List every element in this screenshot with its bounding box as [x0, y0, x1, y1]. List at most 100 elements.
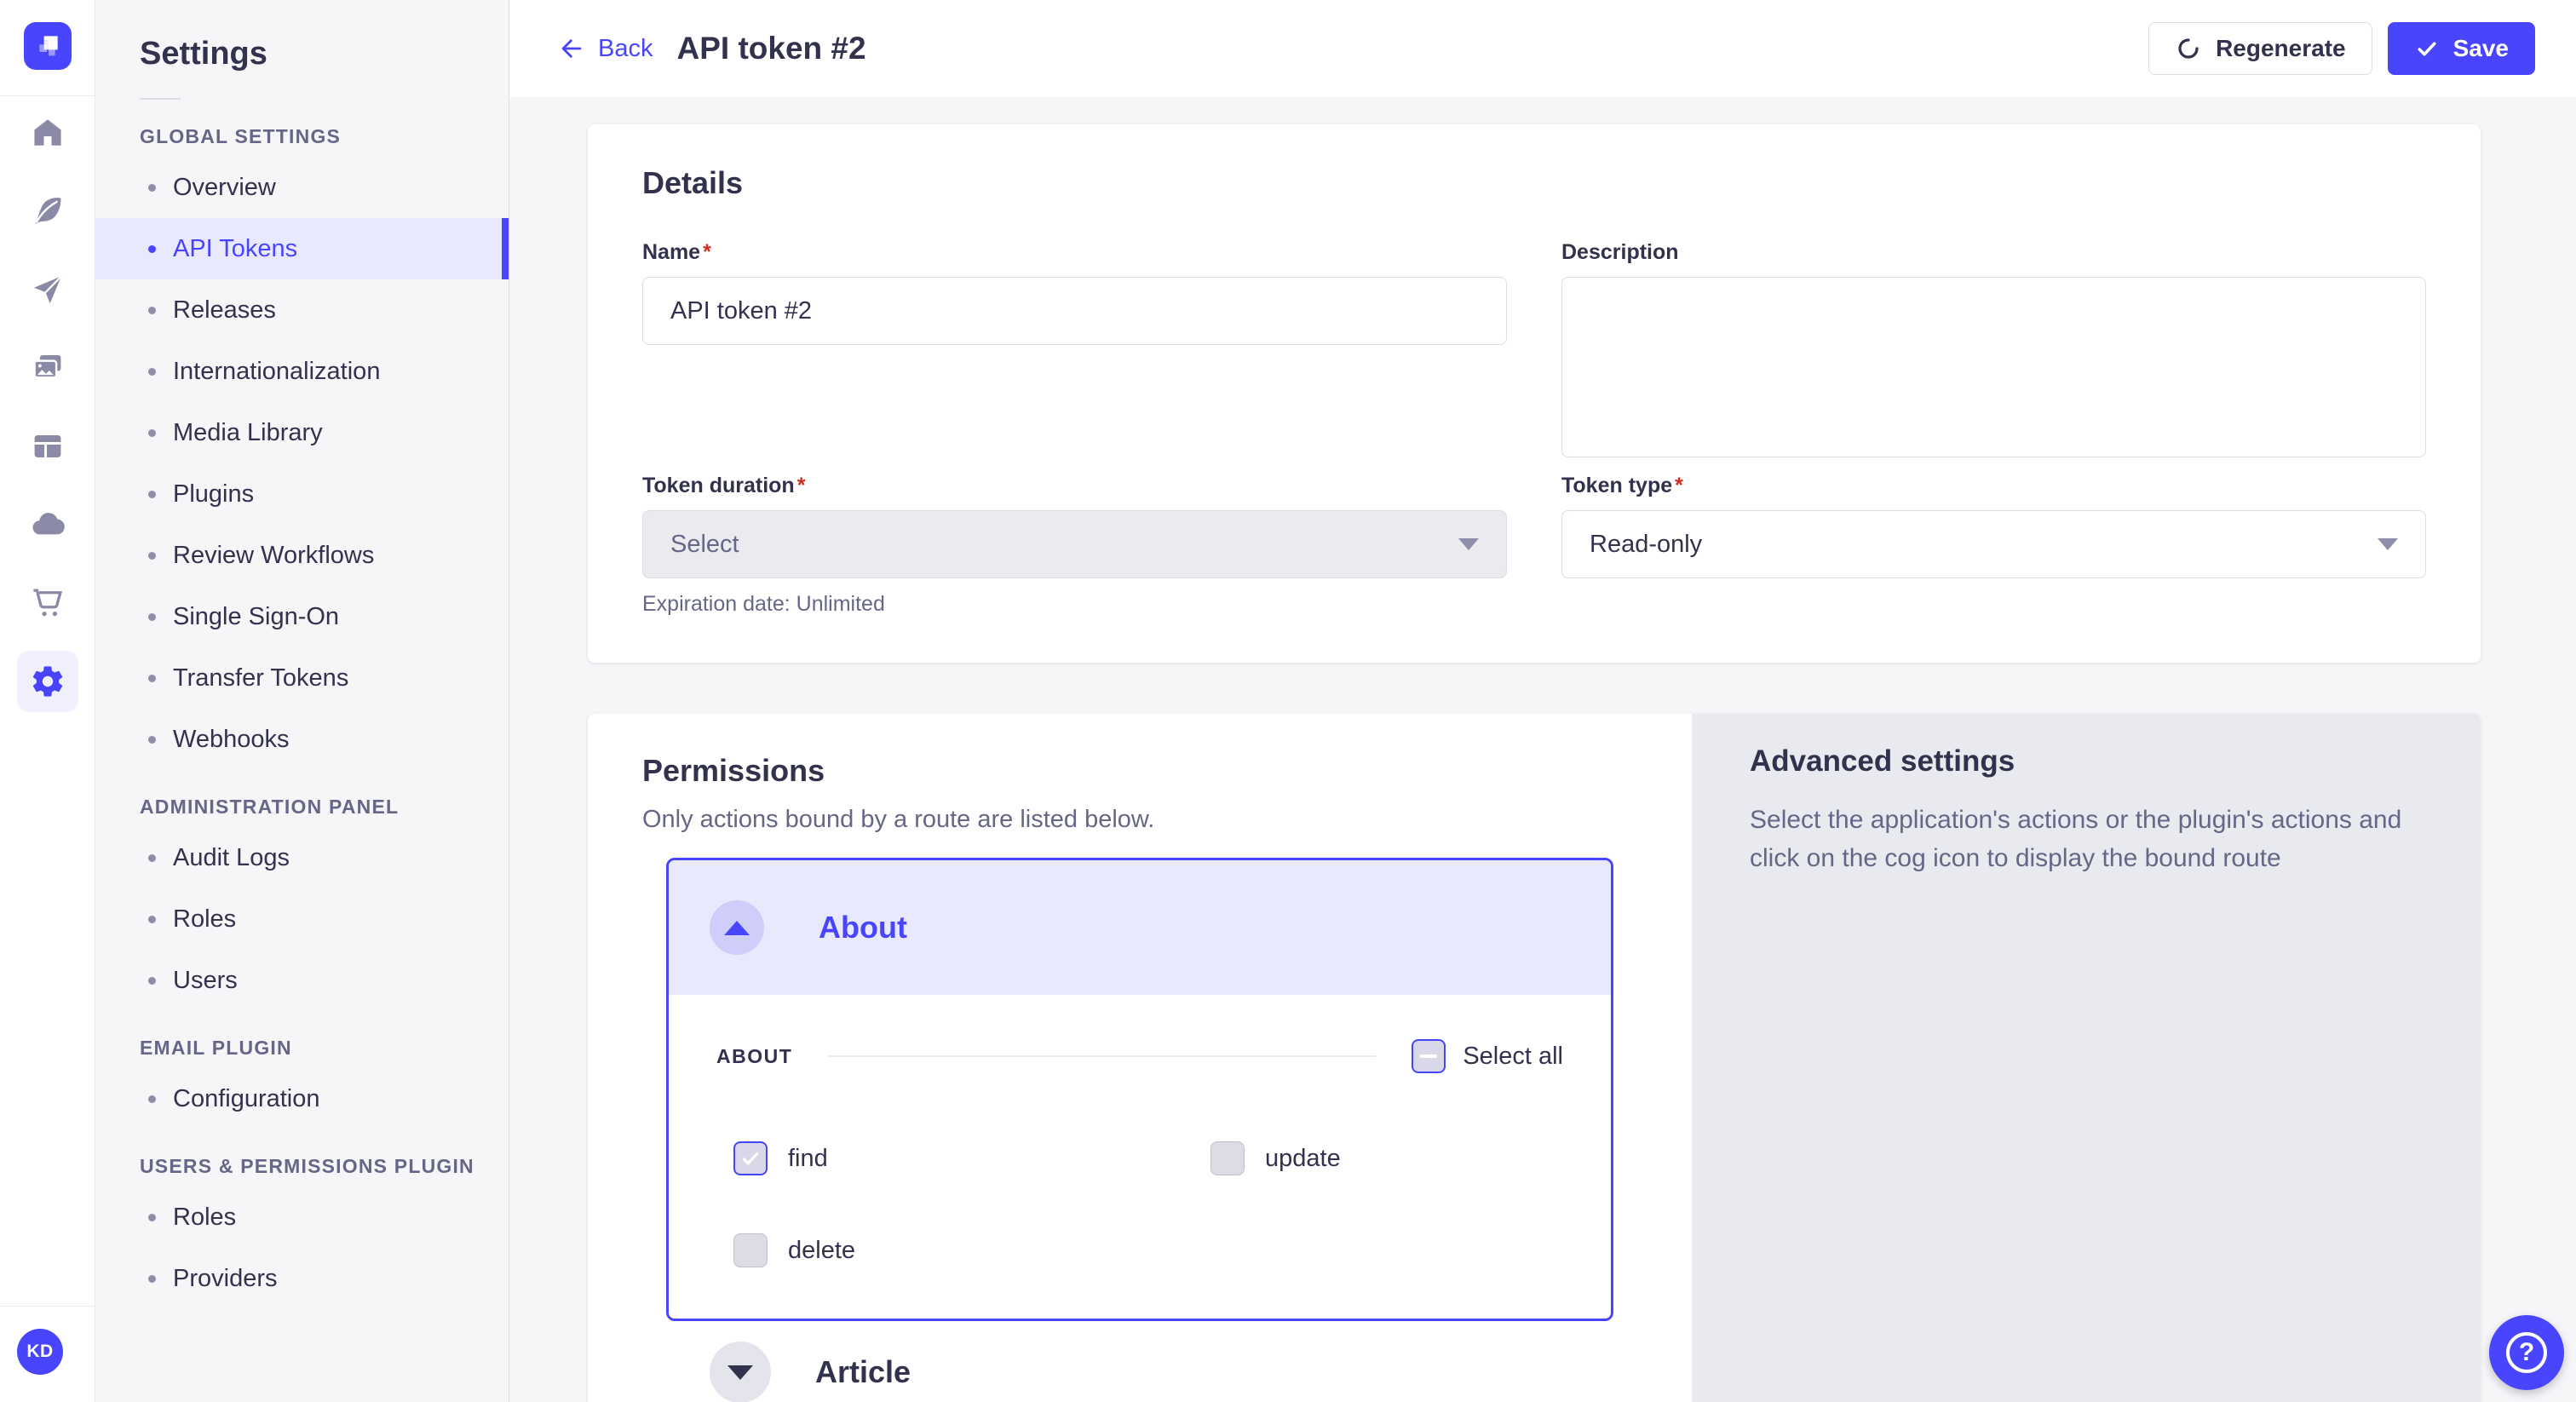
sidebar-item-label: Single Sign-On — [173, 603, 339, 631]
accordion-about-header[interactable]: About — [669, 860, 1611, 995]
delete-checkbox[interactable] — [733, 1233, 768, 1267]
cart-icon[interactable] — [17, 572, 78, 634]
save-button[interactable]: Save — [2388, 22, 2535, 75]
page-header: Back API token #2 Regenerate — [509, 0, 2576, 97]
section-label: EMAIL PLUGIN — [140, 1037, 488, 1060]
sidebar-item-providers[interactable]: Providers — [95, 1248, 509, 1309]
select-all-label: Select all — [1463, 1043, 1563, 1071]
update-checkbox[interactable] — [1210, 1141, 1245, 1175]
paper-plane-icon[interactable] — [17, 259, 78, 320]
sidebar-item-single-sign-on[interactable]: Single Sign-On — [95, 586, 509, 647]
settings-menu: GLOBAL SETTINGSOverviewAPI TokensRelease… — [95, 125, 509, 1309]
description-label: Description — [1561, 240, 2426, 265]
details-form: Name* Description Token duration* Sele — [642, 240, 2426, 617]
token-duration-select[interactable]: Select — [642, 510, 1507, 578]
check-icon — [2414, 36, 2440, 61]
bullet-icon — [148, 184, 156, 192]
strapi-logo-icon[interactable] — [24, 22, 72, 70]
sidebar-item-webhooks[interactable]: Webhooks — [95, 709, 509, 770]
sidebar-item-roles[interactable]: Roles — [95, 888, 509, 950]
sidebar-item-media-library[interactable]: Media Library — [95, 402, 509, 463]
expand-arrow-icon[interactable] — [710, 1342, 771, 1402]
sidebar-item-configuration[interactable]: Configuration — [95, 1068, 509, 1129]
help-button[interactable]: ? — [2489, 1315, 2564, 1390]
name-label-text: Name — [642, 240, 700, 265]
sidebar-item-releases[interactable]: Releases — [95, 279, 509, 341]
sidebar-item-label: Configuration — [173, 1085, 320, 1113]
rail-divider — [0, 95, 95, 96]
sidebar-item-internationalization[interactable]: Internationalization — [95, 341, 509, 402]
permissions-heading: Permissions — [642, 753, 1613, 789]
chevron-down-icon — [2378, 538, 2398, 550]
bullet-icon — [148, 429, 156, 437]
advanced-settings-panel: Advanced settings Select the application… — [1692, 714, 2481, 1402]
home-icon[interactable] — [17, 102, 78, 164]
find-checkbox[interactable] — [733, 1141, 768, 1175]
collapse-arrow-icon[interactable] — [710, 900, 764, 955]
regenerate-label: Regenerate — [2216, 35, 2346, 62]
settings-sidebar: Settings GLOBAL SETTINGSOverviewAPI Toke… — [95, 0, 509, 1402]
bullet-icon — [148, 613, 156, 621]
description-field-wrapper: Description — [1561, 240, 2426, 462]
feather-icon[interactable] — [17, 181, 78, 242]
layout-icon[interactable] — [17, 416, 78, 477]
sidebar-item-label: Users — [173, 967, 238, 995]
bullet-icon — [148, 977, 156, 985]
token-type-label-text: Token type — [1561, 474, 1672, 498]
media-library-icon[interactable] — [17, 337, 78, 399]
avatar[interactable]: KD — [17, 1329, 63, 1375]
sidebar-item-plugins[interactable]: Plugins — [95, 463, 509, 525]
sidebar-item-label: Roles — [173, 905, 236, 934]
sidebar-item-users[interactable]: Users — [95, 950, 509, 1011]
bullet-icon — [148, 736, 156, 744]
select-all-control[interactable]: Select all — [1412, 1039, 1563, 1073]
permission-action-find[interactable]: find — [733, 1141, 1210, 1175]
token-type-select[interactable]: Read-only — [1561, 510, 2426, 578]
permission-action-delete[interactable]: delete — [733, 1233, 1210, 1267]
sidebar-item-review-workflows[interactable]: Review Workflows — [95, 525, 509, 586]
regenerate-button[interactable]: Regenerate — [2148, 22, 2372, 75]
bullet-icon — [148, 675, 156, 682]
cloud-icon[interactable] — [17, 494, 78, 555]
back-label: Back — [598, 35, 653, 63]
accordion-article-header[interactable]: Article — [710, 1342, 1613, 1402]
section-label: ADMINISTRATION PANEL — [140, 796, 488, 819]
name-input[interactable] — [642, 277, 1507, 345]
sidebar-item-label: Webhooks — [173, 726, 290, 754]
description-textarea[interactable] — [1561, 277, 2426, 457]
bullet-icon — [148, 1275, 156, 1283]
sidebar-item-overview[interactable]: Overview — [95, 157, 509, 218]
advanced-settings-heading: Advanced settings — [1750, 744, 2426, 779]
sidebar-title-divider — [140, 98, 181, 100]
chevron-down-icon — [1458, 538, 1479, 550]
gear-icon[interactable] — [17, 651, 78, 712]
permission-action-update[interactable]: update — [1210, 1141, 1563, 1175]
back-link[interactable]: Back — [557, 34, 653, 63]
sidebar-item-label: Overview — [173, 174, 276, 202]
sidebar-item-audit-logs[interactable]: Audit Logs — [95, 827, 509, 888]
select-all-checkbox[interactable] — [1412, 1039, 1446, 1073]
expiration-helper-text: Expiration date: Unlimited — [642, 592, 1507, 617]
sidebar-item-transfer-tokens[interactable]: Transfer Tokens — [95, 647, 509, 709]
sidebar-item-roles[interactable]: Roles — [95, 1187, 509, 1248]
page-title: API token #2 — [676, 31, 865, 66]
bullet-icon — [148, 916, 156, 923]
details-heading: Details — [642, 165, 2426, 201]
sidebar-item-api-tokens[interactable]: API Tokens — [95, 218, 509, 279]
permission-action-label: delete — [788, 1237, 855, 1265]
sidebar-item-label: Transfer Tokens — [173, 664, 348, 692]
advanced-settings-text: Select the application's actions or the … — [1750, 801, 2426, 877]
back-arrow-icon — [557, 34, 586, 63]
name-field-wrapper: Name* — [642, 240, 1507, 345]
header-actions: Regenerate Save — [2148, 22, 2535, 75]
sidebar-item-label: Plugins — [173, 480, 254, 509]
accordion-about: About ABOUT Select all findupdatedelete — [666, 858, 1613, 1321]
token-type-value: Read-only — [1590, 531, 1702, 559]
sidebar-item-label: Releases — [173, 296, 276, 325]
rail-bottom-divider — [0, 1306, 95, 1307]
section-label: USERS & PERMISSIONS PLUGIN — [140, 1155, 488, 1178]
sidebar-item-label: API Tokens — [173, 235, 297, 263]
details-card: Details Name* Description Token — [588, 124, 2481, 663]
accordion-article-label: Article — [815, 1354, 911, 1390]
token-type-field-wrapper: Token type* Read-only — [1561, 474, 2426, 578]
